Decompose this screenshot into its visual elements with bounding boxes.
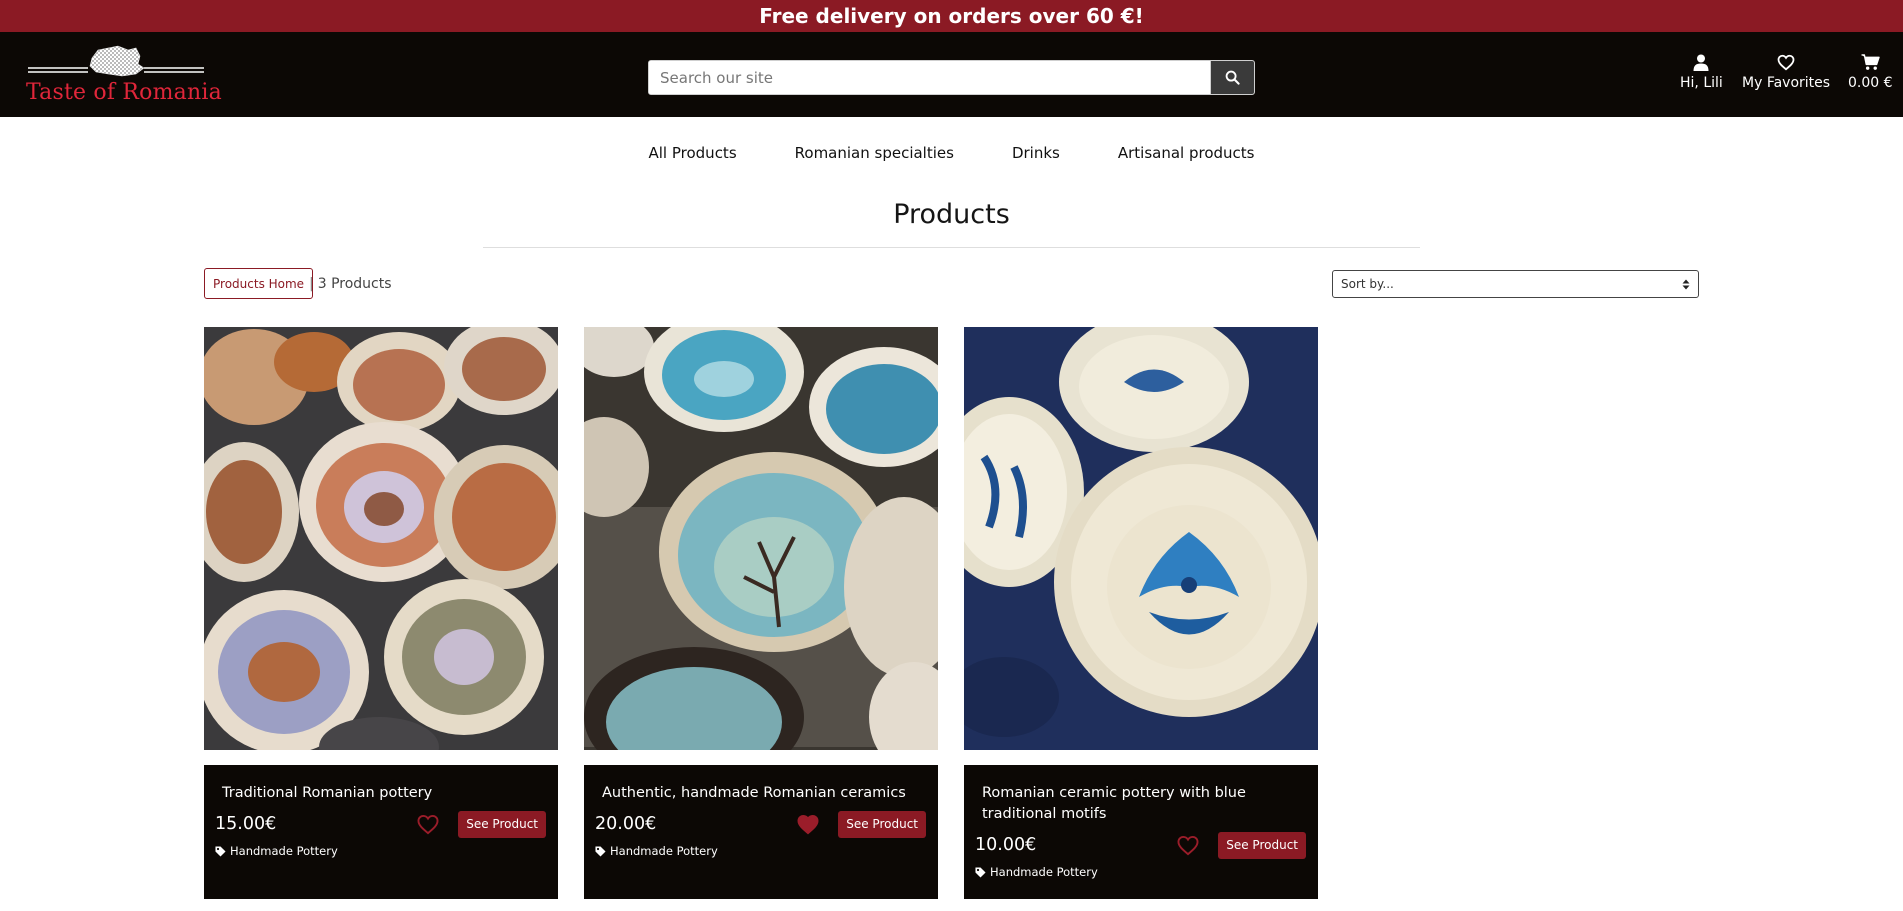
user-icon	[1693, 54, 1709, 71]
product-actions: 20.00€ See Product	[595, 810, 926, 838]
product-grid: Traditional Romanian pottery 15.00€ See …	[0, 318, 1903, 899]
product-price: 10.00€	[975, 835, 1037, 855]
nav-drinks[interactable]: Drinks	[1012, 144, 1060, 162]
site-logo[interactable]: Taste of Romania	[26, 44, 222, 106]
nav-romanian-specialties[interactable]: Romanian specialties	[795, 144, 954, 162]
cart-total: 0.00 €	[1848, 75, 1893, 91]
product-title[interactable]: Authentic, handmade Romanian ceramics	[595, 783, 926, 804]
product-image-marbled-pottery[interactable]	[204, 327, 558, 750]
favorite-heart-icon[interactable]	[1176, 835, 1200, 856]
product-category-label: Handmade Pottery	[990, 865, 1098, 879]
count-separator: |	[309, 276, 314, 292]
product-price: 15.00€	[215, 814, 277, 834]
search-button[interactable]	[1210, 61, 1254, 94]
product-title[interactable]: Traditional Romanian pottery	[215, 783, 546, 804]
products-home-button[interactable]: Products Home	[204, 268, 314, 299]
category-nav: All Products Romanian specialties Drinks…	[0, 117, 1903, 189]
product-card: Authentic, handmade Romanian ceramics 20…	[584, 327, 938, 899]
product-image-painted-bowls[interactable]	[584, 327, 938, 750]
page-title: Products	[893, 199, 1010, 230]
product-category-label: Handmade Pottery	[230, 844, 338, 858]
product-count: | 3 Products	[309, 276, 392, 292]
favorites-label: My Favorites	[1742, 75, 1831, 91]
tag-icon	[595, 845, 606, 857]
see-product-button[interactable]: See Product	[838, 810, 926, 838]
product-image-blue-motif-bowls[interactable]	[964, 327, 1318, 750]
search-input[interactable]	[649, 61, 1210, 94]
favorite-heart-icon[interactable]	[416, 814, 440, 835]
product-info: Romanian ceramic pottery with blue tradi…	[964, 765, 1318, 899]
heart-icon	[1777, 54, 1795, 71]
tag-icon	[215, 845, 226, 857]
cart-icon	[1861, 54, 1880, 70]
product-card: Romanian ceramic pottery with blue tradi…	[964, 327, 1318, 899]
product-price: 20.00€	[595, 814, 657, 834]
cart-link[interactable]: 0.00 €	[1848, 54, 1893, 91]
account-link[interactable]: Hi, Lili	[1680, 54, 1723, 91]
product-category[interactable]: Handmade Pottery	[215, 844, 546, 858]
account-label: Hi, Lili	[1680, 75, 1723, 91]
logo-text: Taste of Romania	[26, 80, 222, 105]
product-category-label: Handmade Pottery	[610, 844, 718, 858]
product-count-label: 3 Products	[317, 276, 392, 292]
nav-artisanal-products[interactable]: Artisanal products	[1118, 144, 1255, 162]
product-category[interactable]: Handmade Pottery	[595, 844, 926, 858]
promo-text: Free delivery on orders over 60 €!	[759, 4, 1144, 28]
product-actions: 15.00€ See Product	[215, 810, 546, 838]
search-bar	[648, 60, 1255, 95]
sort-select[interactable]: Sort by...	[1332, 270, 1699, 298]
product-category[interactable]: Handmade Pottery	[975, 865, 1306, 879]
see-product-button[interactable]: See Product	[458, 810, 546, 838]
product-actions: 10.00€ See Product	[975, 831, 1306, 859]
promo-bar: Free delivery on orders over 60 €!	[0, 0, 1903, 32]
romania-map-logo-graphic	[28, 45, 204, 77]
favorite-heart-filled-icon[interactable]	[796, 814, 820, 835]
products-toolbar: Products Home | 3 Products Sort by...	[0, 248, 1903, 318]
product-info: Traditional Romanian pottery 15.00€ See …	[204, 765, 558, 899]
favorites-link[interactable]: My Favorites	[1742, 54, 1830, 91]
product-card: Traditional Romanian pottery 15.00€ See …	[204, 327, 558, 899]
site-header: Taste of Romania Hi, Lili My Favorites 0…	[0, 32, 1903, 117]
sort-value: Sort by...	[1341, 277, 1394, 291]
tag-icon	[975, 866, 986, 878]
product-title[interactable]: Romanian ceramic pottery with blue tradi…	[975, 783, 1306, 825]
nav-all-products[interactable]: All Products	[649, 144, 737, 162]
product-info: Authentic, handmade Romanian ceramics 20…	[584, 765, 938, 899]
select-arrows-icon	[1682, 279, 1690, 289]
search-icon	[1225, 70, 1240, 85]
see-product-button[interactable]: See Product	[1218, 831, 1306, 859]
